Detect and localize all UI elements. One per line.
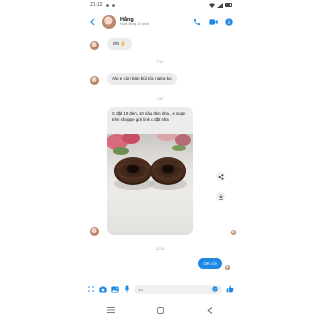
hair-bun-image <box>107 134 191 190</box>
message-timestamp: 7:57 <box>156 97 164 101</box>
phone-icon[interactable] <box>192 17 202 27</box>
contact-status: Hoạt động 14 phút <box>120 22 149 27</box>
status-left: 21:12 <box>90 2 115 8</box>
message-input-placeholder: Aa <box>138 286 143 292</box>
emoji-icon[interactable] <box>212 286 218 292</box>
header-actions <box>192 17 234 27</box>
like-icon[interactable] <box>225 285 234 294</box>
contact-avatar-small <box>90 41 99 50</box>
photo-message[interactable]: C đặt 10 đen, 10 nâu đen nha , e soạn tr… <box>107 107 193 235</box>
back-arrow-icon[interactable] <box>86 15 100 29</box>
chat-header: Hằng Hoạt động 14 phút <box>86 10 234 34</box>
message-text: OK c/v <box>203 261 217 266</box>
contact-avatar-small <box>90 227 99 236</box>
message-bubble[interactable]: Oh 👌 <box>107 38 132 50</box>
notification-icon <box>105 3 109 7</box>
notification-icon <box>111 3 115 7</box>
chat-thread: Oh 👌 7:14 Alo e còn bán búi tóc natra ko… <box>86 34 236 296</box>
menu-icon[interactable] <box>86 285 95 294</box>
share-icon[interactable] <box>216 172 225 181</box>
contact-avatar[interactable] <box>102 15 116 29</box>
system-nav-bar <box>86 304 234 316</box>
contact-info[interactable]: Hằng Hoạt động 14 phút <box>120 17 149 27</box>
status-bar: 21:12 <box>0 0 320 10</box>
product-photo[interactable] <box>107 134 193 235</box>
image-icon[interactable] <box>110 285 119 294</box>
battery-level <box>226 4 230 6</box>
info-icon[interactable] <box>224 17 234 27</box>
back-nav-icon[interactable] <box>207 306 213 314</box>
menu-lines-icon[interactable] <box>107 307 116 313</box>
message-input[interactable]: Aa <box>134 284 222 294</box>
message-text: Alo e còn bán búi tóc natra ko <box>112 76 172 81</box>
video-icon[interactable] <box>208 17 218 27</box>
mic-icon[interactable] <box>122 285 131 294</box>
message-text: C đặt 10 đen, 10 nâu đen nha , e soạn tr… <box>112 111 186 122</box>
message-timestamp: 21:10 <box>155 247 165 251</box>
home-icon[interactable] <box>157 306 165 314</box>
message-timestamp: 7:14 <box>156 60 164 64</box>
camera-icon[interactable] <box>98 285 107 294</box>
contact-avatar-small <box>90 76 99 85</box>
download-icon[interactable] <box>216 192 225 201</box>
message-text: Oh 👌 <box>113 41 126 46</box>
read-receipt-avatar <box>231 230 236 235</box>
screen: 21:12 Hằng Hoạt động 14 phút Oh 👌 7:14 A… <box>0 0 320 320</box>
message-composer: Aa <box>86 282 234 296</box>
my-message-bubble[interactable]: OK c/v <box>198 258 222 269</box>
read-receipt-avatar <box>225 265 230 270</box>
signal-icon <box>217 2 223 8</box>
status-time: 21:12 <box>90 2 103 8</box>
status-right <box>209 2 232 8</box>
wifi-icon <box>209 2 215 8</box>
battery-icon <box>225 3 232 7</box>
message-bubble[interactable]: Alo e còn bán búi tóc natra ko <box>107 73 177 85</box>
